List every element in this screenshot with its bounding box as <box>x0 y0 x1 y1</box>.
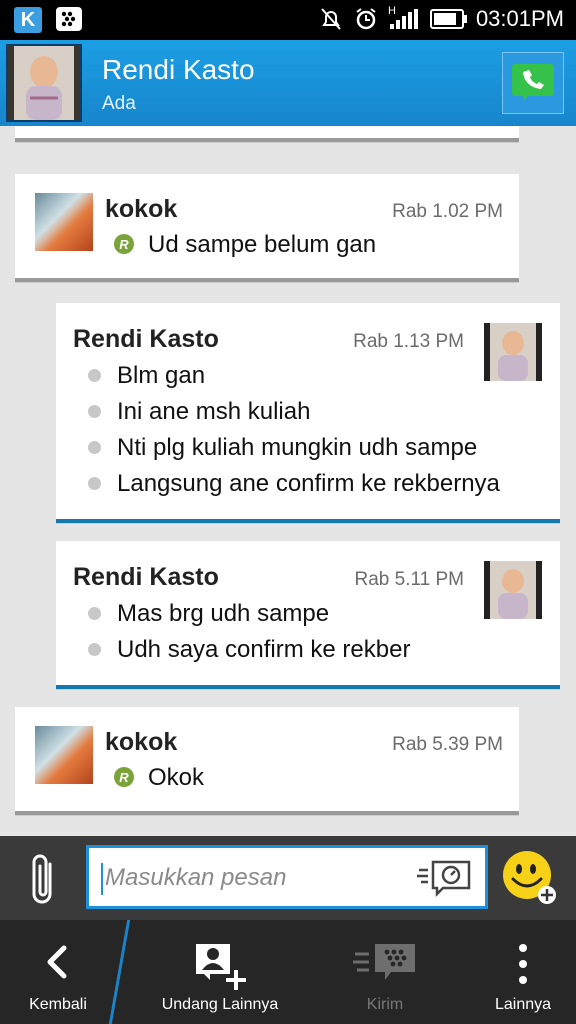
message-text: Langsung ane confirm ke rekbernya <box>117 470 500 497</box>
add-contact-icon <box>196 944 246 990</box>
more-button[interactable]: Lainnya <box>470 920 576 1024</box>
alarm-icon <box>356 8 376 30</box>
network-type: H <box>387 5 396 17</box>
emoticon-icon[interactable] <box>502 850 556 904</box>
attach-icon[interactable] <box>24 850 64 910</box>
compose-bar <box>0 836 576 920</box>
contact-name: Rendi Kasto <box>102 54 255 85</box>
bullet <box>88 369 101 382</box>
mute-icon <box>321 8 341 30</box>
bottom-action-bar: Kembali Undang Lainnya Kirim Lainnya <box>0 920 576 1024</box>
message-card[interactable]: kokok Rab 5.39 PM R Okok <box>15 707 519 815</box>
sender-avatar[interactable] <box>484 323 542 381</box>
message-text: Udh saya confirm ke rekber <box>117 636 411 663</box>
send-button[interactable]: Kirim <box>330 920 440 1024</box>
bullet <box>88 607 101 620</box>
message-time: Rab 1.02 PM <box>392 201 503 222</box>
message-text: Mas brg udh sampe <box>117 600 330 627</box>
sender-name: Rendi Kasto <box>73 325 219 353</box>
message-card-partial <box>15 126 519 142</box>
message-time: Rab 5.39 PM <box>392 734 503 755</box>
message-text: Blm gan <box>117 362 206 389</box>
sender-avatar[interactable] <box>484 561 542 619</box>
invite-button[interactable]: Undang Lainnya <box>150 920 290 1024</box>
bbm-icon <box>56 7 82 31</box>
sender-name: kokok <box>105 195 178 223</box>
chevron-left-icon <box>47 945 67 979</box>
send-label: Kirim <box>366 996 404 1013</box>
read-icon: R <box>114 767 134 787</box>
back-label: Kembali <box>29 996 87 1013</box>
signal-icon: H <box>388 5 418 29</box>
battery-icon <box>429 9 467 29</box>
bullet <box>88 441 101 454</box>
message-input-box[interactable] <box>86 845 488 909</box>
message-text: Ud sampe belum gan <box>148 231 377 258</box>
sender-name: kokok <box>105 728 178 756</box>
message-input[interactable] <box>103 860 417 896</box>
message-card[interactable]: kokok Rab 1.02 PM R Ud sampe belum gan <box>15 174 519 282</box>
read-icon: R <box>114 234 134 254</box>
message-card[interactable]: Rendi Kasto Rab 1.13 PM Blm gan Ini ane … <box>56 303 560 523</box>
chat-header: Rendi Kasto Ada <box>0 40 576 126</box>
message-time: Rab 5.11 PM <box>354 569 464 590</box>
sender-avatar[interactable] <box>35 726 93 784</box>
overflow-menu-icon <box>519 944 527 984</box>
call-button[interactable] <box>502 52 564 114</box>
bullet <box>88 405 101 418</box>
message-card[interactable]: Rendi Kasto Rab 5.11 PM Mas brg udh samp… <box>56 541 560 689</box>
message-time: Rab 1.13 PM <box>353 331 464 352</box>
contact-avatar[interactable] <box>6 44 82 122</box>
chat-history[interactable]: kokok Rab 1.02 PM R Ud sampe belum gan R… <box>0 126 576 836</box>
status-bar: K H 03:01PM <box>0 0 576 40</box>
more-label: Lainnya <box>494 996 552 1013</box>
message-text: Okok <box>148 764 205 791</box>
bullet <box>88 477 101 490</box>
bbm-send-icon <box>353 944 415 980</box>
message-text: Ini ane msh kuliah <box>117 398 311 425</box>
invite-label: Undang Lainnya <box>161 996 279 1013</box>
sender-name: Rendi Kasto <box>73 563 219 591</box>
bullet <box>88 643 101 656</box>
contact-status: Ada <box>102 93 136 114</box>
clock: 03:01PM <box>475 6 564 31</box>
voice-note-icon[interactable] <box>417 858 473 898</box>
back-button[interactable]: Kembali <box>0 920 116 1024</box>
message-text: Nti plg kuliah mungkin udh sampe <box>117 434 478 461</box>
kakao-icon: K <box>14 7 42 33</box>
sender-avatar[interactable] <box>35 193 93 251</box>
phone-icon <box>512 64 554 100</box>
